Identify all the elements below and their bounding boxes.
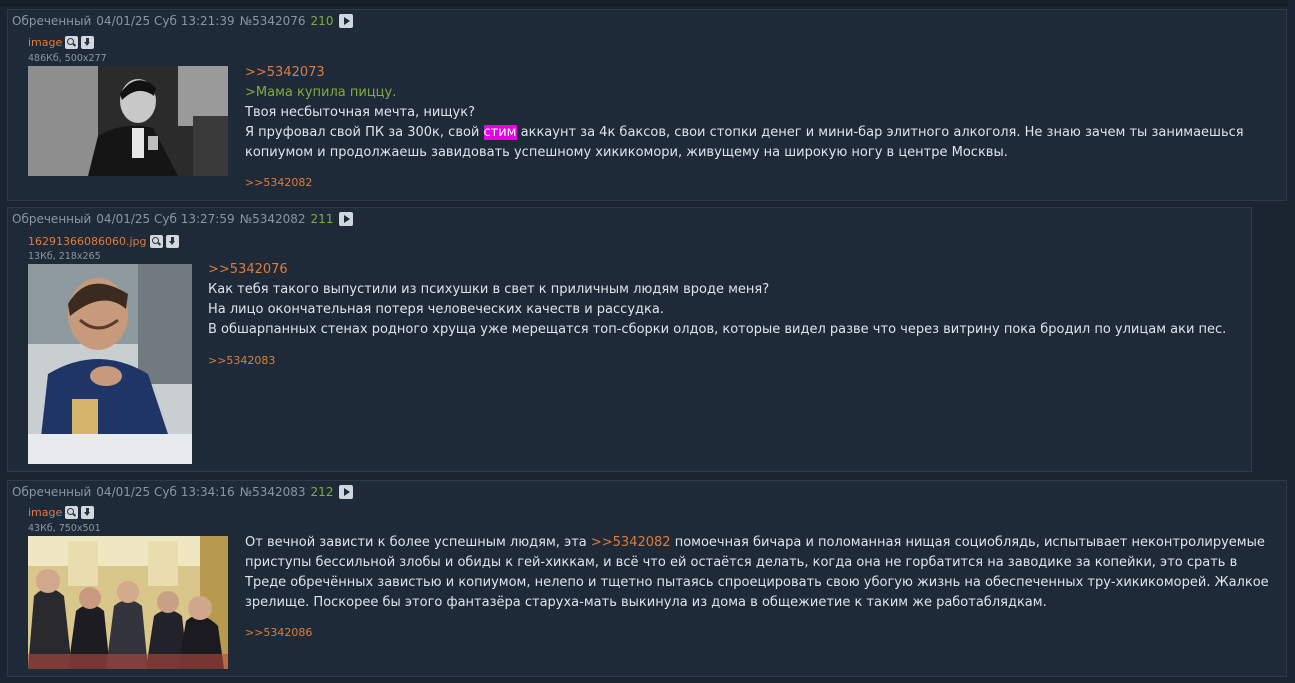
play-icon[interactable] bbox=[339, 212, 354, 226]
download-icon[interactable] bbox=[81, 506, 95, 519]
highlighted-word: стим bbox=[483, 125, 517, 140]
post-5342083: Обреченный 04/01/25 Суб 13:34:16 №534208… bbox=[7, 480, 1287, 677]
top-strip bbox=[0, 0, 1295, 7]
post-text-line: Твоя несбыточная мечта, нищук? bbox=[245, 105, 475, 120]
post-body: >>5342076 Как тебя такого выпустили из п… bbox=[208, 260, 1243, 340]
reply-link[interactable]: >>5342082 bbox=[591, 535, 671, 550]
post-thumbnail[interactable] bbox=[28, 264, 192, 464]
poster-name: Обреченный bbox=[12, 212, 92, 226]
text-span: Я пруфовал свой ПК за 300к, свой bbox=[245, 125, 484, 140]
file-meta: 486Кб, 500x277 bbox=[28, 53, 107, 64]
post-number[interactable]: №5342076 bbox=[240, 14, 306, 28]
replies-link[interactable]: >>5342083 bbox=[208, 354, 275, 367]
reply-link[interactable]: >>5342073 bbox=[245, 65, 325, 80]
post-count: 211 bbox=[310, 212, 334, 226]
post-text-line: В обшарпанных стенах родного хруща уже м… bbox=[208, 322, 1227, 337]
post-5342082: Обреченный 04/01/25 Суб 13:27:59 №534208… bbox=[7, 207, 1252, 472]
replies-link[interactable]: >>5342086 bbox=[245, 626, 312, 639]
post-text-paragraph: От вечной зависти к более успешным людям… bbox=[245, 533, 1275, 613]
download-icon[interactable] bbox=[165, 235, 179, 248]
post-text-paragraph: Я пруфовал свой ПК за 300к, свой стим ак… bbox=[245, 123, 1275, 163]
post-text-line: На лицо окончательная потеря человечески… bbox=[208, 302, 664, 317]
post-body: >>5342073 >Мама купила пиццу. Твоя несбы… bbox=[245, 63, 1275, 163]
post-date: 04/01/25 Суб 13:21:39 bbox=[96, 14, 235, 28]
file-name-link[interactable]: 16291366086060.jpg bbox=[28, 235, 147, 248]
post-count: 212 bbox=[310, 485, 334, 499]
post-header: Обреченный 04/01/25 Суб 13:21:39 №534207… bbox=[12, 14, 354, 28]
post-count: 210 bbox=[310, 14, 334, 28]
post-date: 04/01/25 Суб 13:34:16 bbox=[96, 485, 235, 499]
post-text-line: Как тебя такого выпустили из психушки в … bbox=[208, 282, 770, 297]
post-date: 04/01/25 Суб 13:27:59 bbox=[96, 212, 235, 226]
download-icon[interactable] bbox=[81, 36, 95, 49]
thumbnail-image bbox=[28, 66, 228, 176]
file-name-link[interactable]: image bbox=[28, 506, 62, 519]
poster-name: Обреченный bbox=[12, 14, 92, 28]
file-meta: 13Кб, 218x265 bbox=[28, 251, 101, 262]
file-info: image bbox=[28, 506, 95, 519]
post-thumbnail[interactable] bbox=[28, 536, 228, 669]
file-meta: 43Кб, 750x501 bbox=[28, 523, 101, 534]
greentext-quote: >Мама купила пиццу. bbox=[245, 85, 397, 100]
post-body: От вечной зависти к более успешным людям… bbox=[245, 533, 1275, 613]
search-icon[interactable] bbox=[149, 235, 163, 248]
play-icon[interactable] bbox=[339, 14, 354, 28]
search-icon[interactable] bbox=[65, 506, 79, 519]
post-number[interactable]: №5342083 bbox=[240, 485, 306, 499]
poster-name: Обреченный bbox=[12, 485, 92, 499]
file-info: 16291366086060.jpg bbox=[28, 235, 179, 248]
text-span: От вечной зависти к более успешным людям… bbox=[245, 535, 591, 550]
post-thumbnail[interactable] bbox=[28, 66, 228, 176]
page-edge bbox=[1288, 0, 1295, 683]
file-name-link[interactable]: image bbox=[28, 36, 62, 49]
thumbnail-image bbox=[28, 536, 228, 669]
play-icon[interactable] bbox=[339, 485, 354, 499]
post-header: Обреченный 04/01/25 Суб 13:34:16 №534208… bbox=[12, 485, 354, 499]
file-info: image bbox=[28, 36, 95, 49]
search-icon[interactable] bbox=[65, 36, 79, 49]
post-5342076: Обреченный 04/01/25 Суб 13:21:39 №534207… bbox=[7, 9, 1287, 201]
replies-link[interactable]: >>5342082 bbox=[245, 176, 312, 189]
thumbnail-image bbox=[28, 264, 192, 464]
post-number[interactable]: №5342082 bbox=[240, 212, 306, 226]
reply-link[interactable]: >>5342076 bbox=[208, 262, 288, 277]
post-header: Обреченный 04/01/25 Суб 13:27:59 №534208… bbox=[12, 212, 354, 226]
